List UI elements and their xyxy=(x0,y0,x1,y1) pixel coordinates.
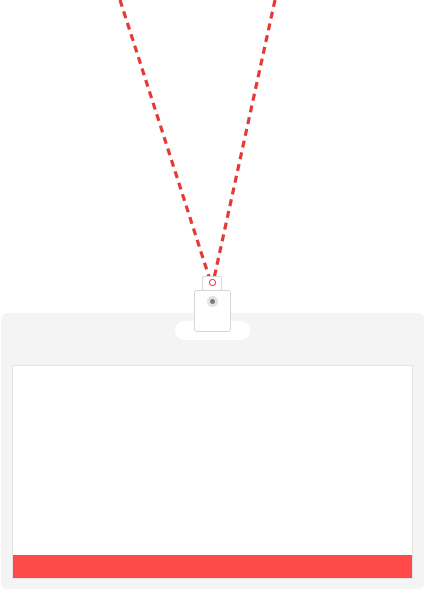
clip-tab xyxy=(202,276,222,291)
badge-clip xyxy=(194,290,231,332)
lanyard xyxy=(118,0,277,285)
badge-holder xyxy=(1,313,424,589)
card-stripe xyxy=(13,555,412,578)
rivet-icon xyxy=(207,296,218,307)
lanyard-left-strand xyxy=(118,0,213,285)
clip-hole xyxy=(209,279,216,286)
lanyard-right-strand xyxy=(211,0,277,285)
id-card xyxy=(12,365,413,579)
